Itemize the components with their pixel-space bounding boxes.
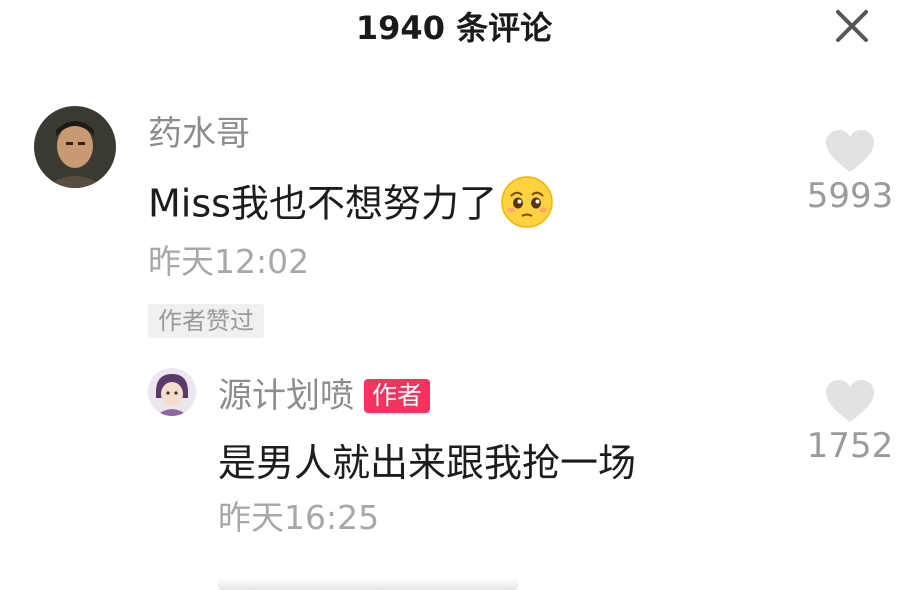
avatar[interactable] [148,368,196,416]
close-icon [836,10,868,42]
reply-username[interactable]: 源计划喷 [218,376,354,416]
like-count: 5993 [806,176,894,216]
username[interactable]: 药水哥 [148,114,250,154]
comment-text-content: Miss我也不想努力了 [148,181,497,226]
avatar[interactable] [34,106,116,188]
pleading-face-emoji-icon [499,174,555,230]
close-button[interactable] [830,4,874,48]
heart-icon [826,130,874,172]
author-liked-tag: 作者赞过 [148,304,264,338]
username: 源计划喷 作者 [218,376,431,416]
like-button[interactable] [824,378,876,424]
avatar-image [34,106,116,188]
comment-timestamp: 昨天12:02 [148,242,310,281]
next-comment-peek [218,578,518,590]
heart-icon [826,380,874,422]
comments-header-title: 1940 条评论 [355,9,553,47]
like-count: 1752 [806,426,894,466]
avatar-image [148,368,196,416]
like-button[interactable] [824,128,876,174]
reply-timestamp: 昨天16:25 [218,498,380,537]
reply-text: 是男人就出来跟我抢一场 [218,441,637,485]
comment-text: Miss我也不想努力了 [148,176,555,234]
author-badge: 作者 [364,378,431,413]
